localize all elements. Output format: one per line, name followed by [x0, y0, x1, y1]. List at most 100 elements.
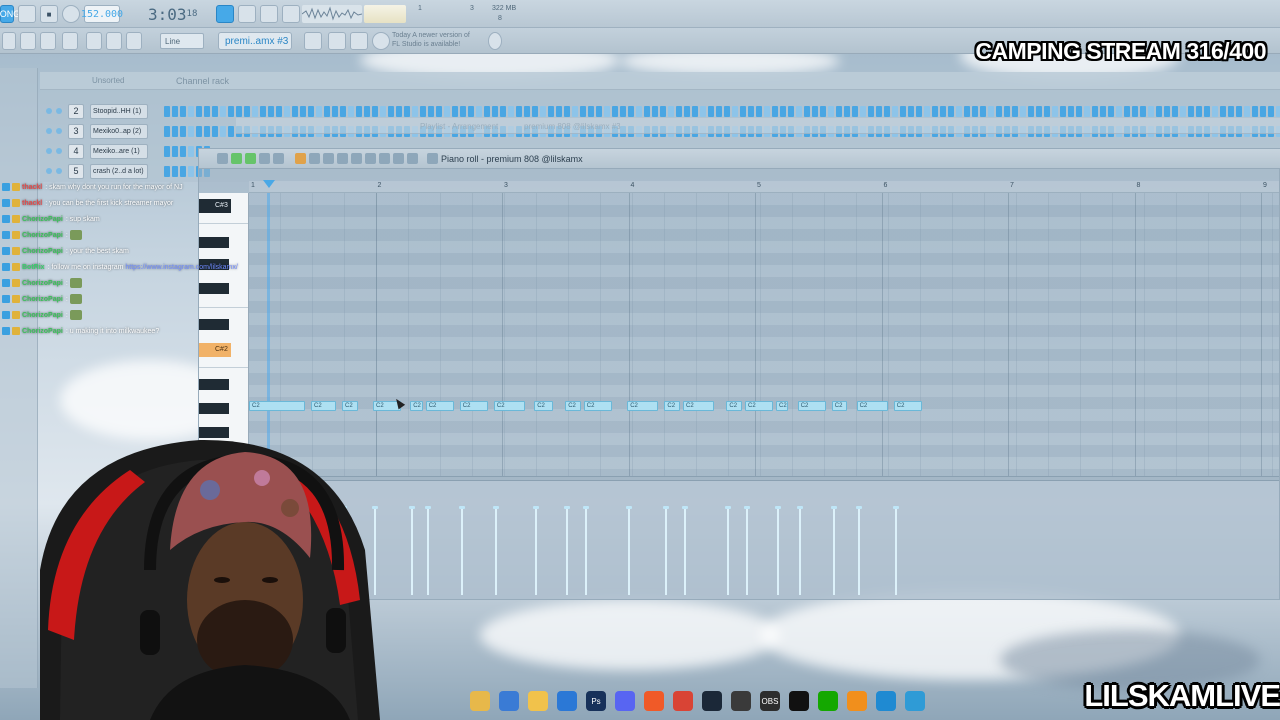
key-c2-label[interactable]: C#2: [199, 343, 231, 357]
channel-mute-led[interactable]: [46, 128, 52, 134]
velocity-bar[interactable]: [584, 507, 587, 595]
step-button[interactable]: [292, 106, 298, 117]
midi-note[interactable]: C2: [664, 401, 680, 411]
step-button[interactable]: [556, 106, 562, 117]
select-tool-icon[interactable]: [365, 153, 376, 164]
step-button[interactable]: [1020, 106, 1026, 117]
step-button[interactable]: [1132, 106, 1138, 117]
velocity-bar[interactable]: [494, 507, 497, 595]
step-button[interactable]: [964, 106, 970, 117]
channel-rack-icon[interactable]: [20, 32, 36, 50]
step-button[interactable]: [1180, 106, 1186, 117]
step-button[interactable]: [692, 106, 698, 117]
plugin-icon[interactable]: [106, 32, 122, 50]
chat-username[interactable]: thackl: [22, 184, 42, 191]
step-button[interactable]: [188, 146, 194, 157]
midi-note[interactable]: C2: [726, 401, 742, 411]
velocity-bar[interactable]: [894, 507, 897, 595]
step-button[interactable]: [820, 106, 826, 117]
step-button[interactable]: [508, 106, 514, 117]
mixer-track-number[interactable]: 5: [68, 164, 84, 179]
timeline-ruler[interactable]: 123456789: [249, 181, 1279, 193]
step-button[interactable]: [180, 146, 186, 157]
pattern-select[interactable]: premi..amx #3: [218, 32, 292, 50]
playback-tool-icon[interactable]: [393, 153, 404, 164]
notepad-icon[interactable]: [905, 691, 925, 711]
browser-icon[interactable]: [2, 32, 16, 50]
midi-note[interactable]: C2: [249, 401, 305, 411]
step-button[interactable]: [596, 106, 602, 117]
step-button[interactable]: [916, 106, 922, 117]
velocity-bar[interactable]: [460, 507, 463, 595]
step-button[interactable]: [636, 106, 642, 117]
fl-studio-icon[interactable]: [847, 691, 867, 711]
step-button[interactable]: [684, 106, 690, 117]
step-button[interactable]: [340, 106, 346, 117]
refresh-icon[interactable]: [488, 32, 502, 50]
step-button[interactable]: [852, 106, 858, 117]
step-button[interactable]: [1252, 106, 1258, 117]
step-button[interactable]: [724, 106, 730, 117]
steam-icon[interactable]: [702, 691, 722, 711]
mixer-track-number[interactable]: 3: [68, 124, 84, 139]
midi-note[interactable]: C2: [856, 401, 888, 411]
step-button[interactable]: [164, 126, 170, 137]
undo-icon[interactable]: [273, 153, 284, 164]
midi-note[interactable]: C2: [745, 401, 773, 411]
step-button[interactable]: [1124, 106, 1130, 117]
chat-username[interactable]: BotRix: [22, 264, 45, 271]
step-button[interactable]: [908, 106, 914, 117]
velocity-bar[interactable]: [857, 507, 860, 595]
midi-note[interactable]: C2: [425, 401, 454, 411]
step-button[interactable]: [996, 106, 1002, 117]
step-button[interactable]: [884, 106, 890, 117]
step-button[interactable]: [260, 106, 266, 117]
chat-username[interactable]: ChorizoPapi: [22, 296, 63, 303]
step-button[interactable]: [1140, 106, 1146, 117]
step-button[interactable]: [1060, 106, 1066, 117]
step-button[interactable]: [1100, 106, 1106, 117]
step-button[interactable]: [1108, 106, 1114, 117]
step-button[interactable]: [228, 126, 234, 137]
step-button[interactable]: [1148, 106, 1154, 117]
channel-name-button[interactable]: Mexiko0..ap (2): [90, 124, 148, 139]
vscode-icon[interactable]: [876, 691, 896, 711]
midi-note[interactable]: C2: [311, 401, 336, 411]
step-button[interactable]: [940, 106, 946, 117]
photoshop-icon[interactable]: Ps: [586, 691, 606, 711]
file-explorer-icon[interactable]: [528, 691, 548, 711]
step-button[interactable]: [444, 106, 450, 117]
step-button[interactable]: [828, 106, 834, 117]
step-button[interactable]: [420, 106, 426, 117]
slice-tool-icon[interactable]: [351, 153, 362, 164]
channel-mute-led[interactable]: [46, 108, 52, 114]
step-button[interactable]: [836, 106, 842, 117]
step-button[interactable]: [868, 106, 874, 117]
velocity-handle[interactable]: [682, 506, 688, 509]
step-button[interactable]: [956, 106, 962, 117]
velocity-handle[interactable]: [855, 506, 862, 509]
step-button[interactable]: [460, 106, 466, 117]
velocity-handle[interactable]: [744, 506, 750, 509]
step-button[interactable]: [188, 126, 194, 137]
microphone-icon[interactable]: [126, 32, 142, 50]
channel-solo-led[interactable]: [56, 168, 62, 174]
velocity-bar[interactable]: [798, 507, 801, 595]
step-button[interactable]: [204, 126, 210, 137]
step-button[interactable]: [412, 106, 418, 117]
black-key[interactable]: [199, 379, 229, 390]
step-button[interactable]: [492, 106, 498, 117]
step-button[interactable]: [572, 106, 578, 117]
step-button[interactable]: [188, 106, 194, 117]
mute-tool-icon[interactable]: [337, 153, 348, 164]
step-button[interactable]: [276, 106, 282, 117]
step-button[interactable]: [1276, 106, 1280, 117]
midi-note[interactable]: C2: [797, 401, 826, 411]
step-button[interactable]: [468, 106, 474, 117]
step-button[interactable]: [764, 106, 770, 117]
step-button[interactable]: [180, 166, 186, 177]
velocity-handle[interactable]: [892, 506, 899, 509]
stamp-icon[interactable]: [245, 153, 256, 164]
alt-icon[interactable]: [350, 32, 368, 50]
step-button[interactable]: [660, 106, 666, 117]
